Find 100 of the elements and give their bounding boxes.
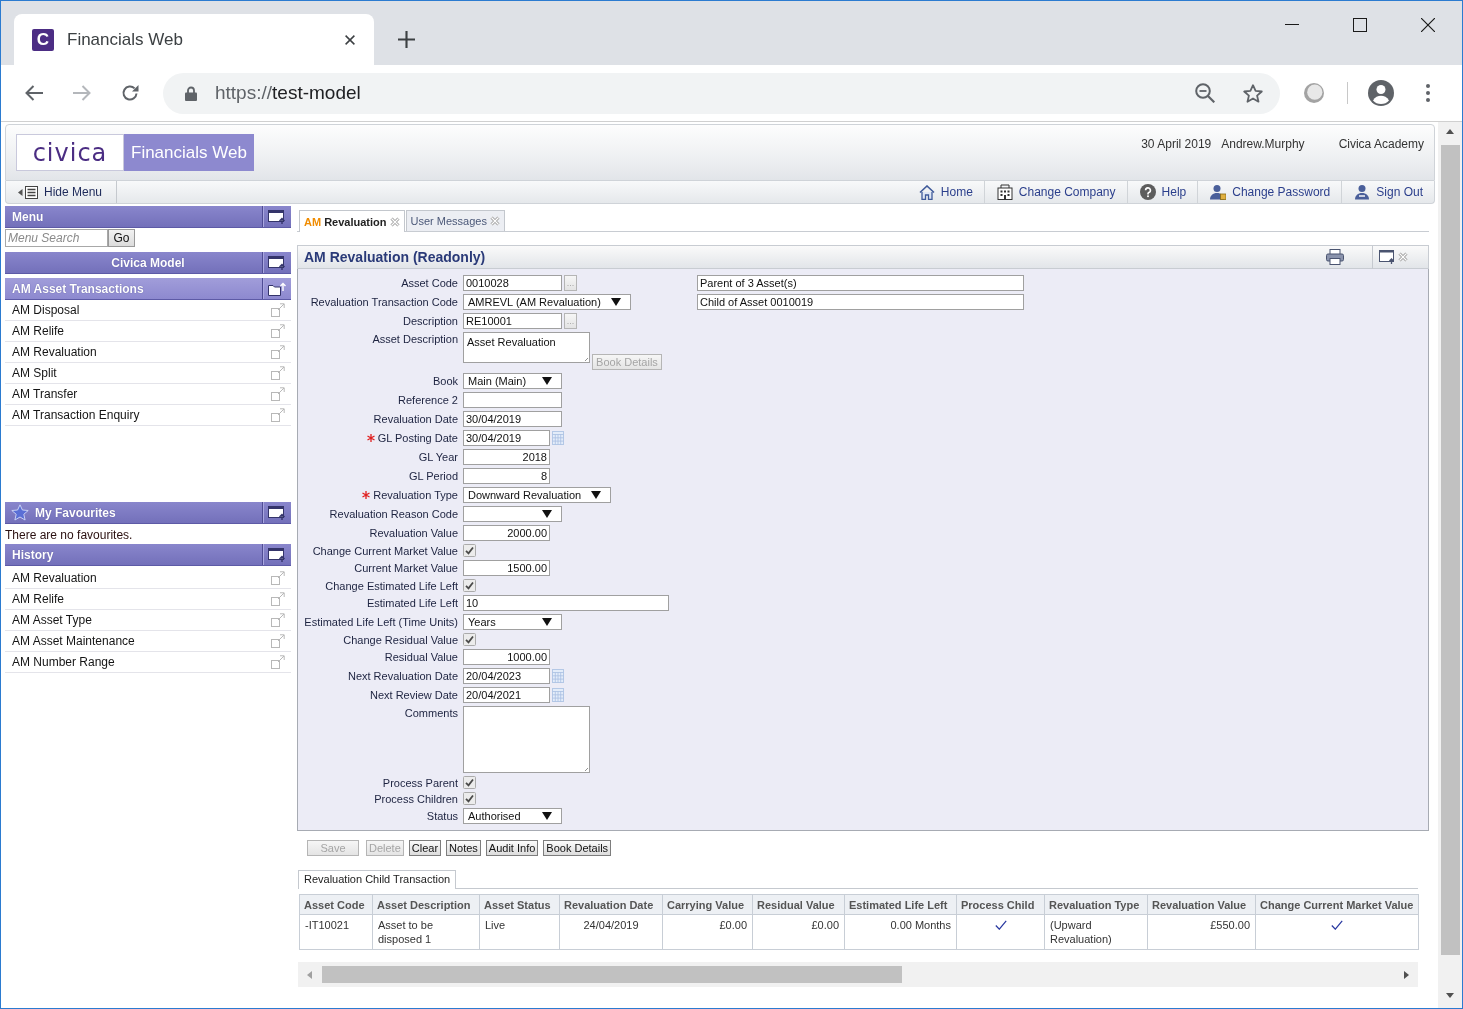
column-header[interactable]: Residual Value (752, 894, 845, 915)
star-icon[interactable] (1243, 83, 1263, 103)
list-icon (18, 185, 38, 199)
column-header[interactable]: Change Current Market Value (1255, 894, 1419, 915)
menu-item[interactable]: AM Transaction Enquiry (5, 405, 291, 426)
menu-item[interactable]: AM Revaluation (5, 342, 291, 363)
form-button[interactable]: Audit Info (485, 840, 539, 856)
dropdown[interactable] (463, 506, 562, 522)
close-icon[interactable] (1421, 17, 1435, 32)
menu-item[interactable]: AM Asset Type (5, 610, 291, 631)
window-icon[interactable] (268, 255, 286, 270)
nav-link[interactable]: Change Password (1197, 181, 1342, 203)
info-field: Child of Asset 0010019 (697, 294, 1024, 310)
menu-item[interactable]: AM Split (5, 363, 291, 384)
date-field[interactable]: 20/04/2021 (463, 687, 550, 703)
number-field[interactable]: 2018 (463, 449, 550, 465)
text-field[interactable]: 0010028 (463, 275, 562, 291)
menu-item[interactable]: AM Transfer (5, 384, 291, 405)
nav-link[interactable]: Change Company (983, 181, 1127, 203)
plus-icon[interactable] (398, 31, 415, 48)
tab[interactable]: User Messages (405, 210, 505, 231)
building-icon (996, 184, 1013, 200)
checkbox[interactable] (463, 544, 476, 557)
form-button[interactable]: Book Details (543, 840, 612, 856)
back-icon[interactable] (25, 85, 43, 101)
window-icon[interactable] (268, 505, 286, 520)
text-area[interactable]: Asset Revaluation (463, 332, 590, 363)
tab[interactable]: AM Revaluation (299, 210, 405, 232)
window-icon[interactable] (1379, 250, 1395, 264)
field-label: Change Estimated Life Left (325, 579, 458, 592)
text-field[interactable]: 10 (463, 595, 669, 611)
date-field[interactable]: 30/04/2019 (463, 430, 550, 446)
scroll-up-icon[interactable] (1446, 129, 1454, 134)
scrollbar-thumb[interactable] (1440, 145, 1460, 955)
number-field[interactable]: 1500.00 (463, 560, 550, 576)
text-field[interactable]: 30/04/2019 (463, 411, 562, 427)
column-header[interactable]: Asset Description (372, 894, 480, 915)
column-header[interactable]: Carrying Value (662, 894, 753, 915)
hide-menu-button[interactable]: Hide Menu (6, 181, 117, 203)
column-header[interactable]: Revaluation Date (559, 894, 663, 915)
field-label: Residual Value (384, 651, 458, 663)
text-field[interactable] (463, 392, 562, 408)
dropdown[interactable]: Years (463, 614, 562, 630)
avatar-icon[interactable] (1368, 80, 1394, 106)
number-field[interactable]: 2000.00 (463, 525, 550, 541)
nav-link[interactable]: Sign Out (1341, 181, 1434, 203)
folder-icon[interactable] (268, 281, 286, 296)
checkbox[interactable] (463, 633, 476, 646)
menu-item[interactable]: AM Relife (5, 321, 291, 342)
caret-icon (542, 618, 552, 626)
field-label: Reference 2 (398, 394, 458, 406)
scroll-right-icon[interactable] (1404, 970, 1409, 979)
zoom-out-icon[interactable] (1195, 83, 1215, 103)
menu-item[interactable]: AM Disposal (5, 300, 291, 321)
menu-item[interactable]: AM Relife (5, 589, 291, 610)
dropdown[interactable]: Main (Main) (463, 373, 562, 389)
field-label: Revaluation Date (373, 413, 458, 425)
window-icon[interactable] (268, 209, 286, 224)
menu-icon[interactable] (1426, 84, 1430, 102)
go-button[interactable]: Go (108, 229, 135, 247)
nav-link[interactable]: Help (1126, 181, 1198, 203)
menu-item[interactable]: AM Revaluation (5, 568, 291, 589)
column-header[interactable]: Estimated Life Left (844, 894, 957, 915)
close-icon[interactable] (345, 34, 355, 45)
scrollbar[interactable] (298, 962, 1418, 987)
number-field[interactable]: 8 (463, 468, 550, 484)
menu-item[interactable]: AM Asset Maintenance (5, 631, 291, 652)
column-header[interactable]: Revaluation Type (1044, 894, 1148, 915)
window-icon[interactable] (268, 547, 286, 562)
checkbox[interactable] (463, 776, 476, 789)
home-icon (918, 184, 935, 200)
dropdown[interactable]: Downward Revaluation (463, 487, 612, 503)
column-header[interactable]: Asset Status (479, 894, 560, 915)
browser-tab[interactable]: C Financials Web (14, 14, 374, 65)
text-field[interactable]: RE10001 (463, 313, 562, 329)
form-button[interactable]: Notes (446, 840, 481, 856)
number-field[interactable]: 1000.00 (463, 649, 550, 665)
nav-link[interactable]: Home (906, 181, 984, 203)
menu-item[interactable]: AM Number Range (5, 652, 291, 673)
column-header[interactable]: Asset Code (299, 894, 373, 915)
field-label: Current Market Value (354, 562, 458, 574)
checkbox[interactable] (463, 792, 476, 805)
column-header[interactable]: Revaluation Value (1147, 894, 1256, 915)
column-header[interactable]: Process Child (956, 894, 1045, 915)
address-field[interactable]: https://test-model (163, 72, 1280, 114)
checkbox[interactable] (463, 579, 476, 592)
scroll-down-icon[interactable] (1446, 993, 1454, 998)
scrollbar[interactable] (1438, 122, 1462, 1008)
caret-icon (591, 491, 602, 499)
dropdown[interactable]: Authorised (463, 808, 562, 824)
section-tab[interactable]: Revaluation Child Transaction (298, 870, 457, 889)
form-button[interactable]: Clear (408, 840, 442, 856)
scrollbar-thumb[interactable] (322, 966, 902, 983)
printer-icon[interactable] (1326, 249, 1344, 265)
reload-icon[interactable] (121, 84, 139, 102)
external-link-icon (271, 571, 285, 585)
search-field[interactable]: Menu Search (5, 229, 108, 247)
maximize-icon[interactable] (1353, 17, 1367, 32)
dropdown[interactable]: AMREVL (AM Revaluation) (463, 294, 631, 310)
date-field[interactable]: 20/04/2023 (463, 668, 550, 684)
